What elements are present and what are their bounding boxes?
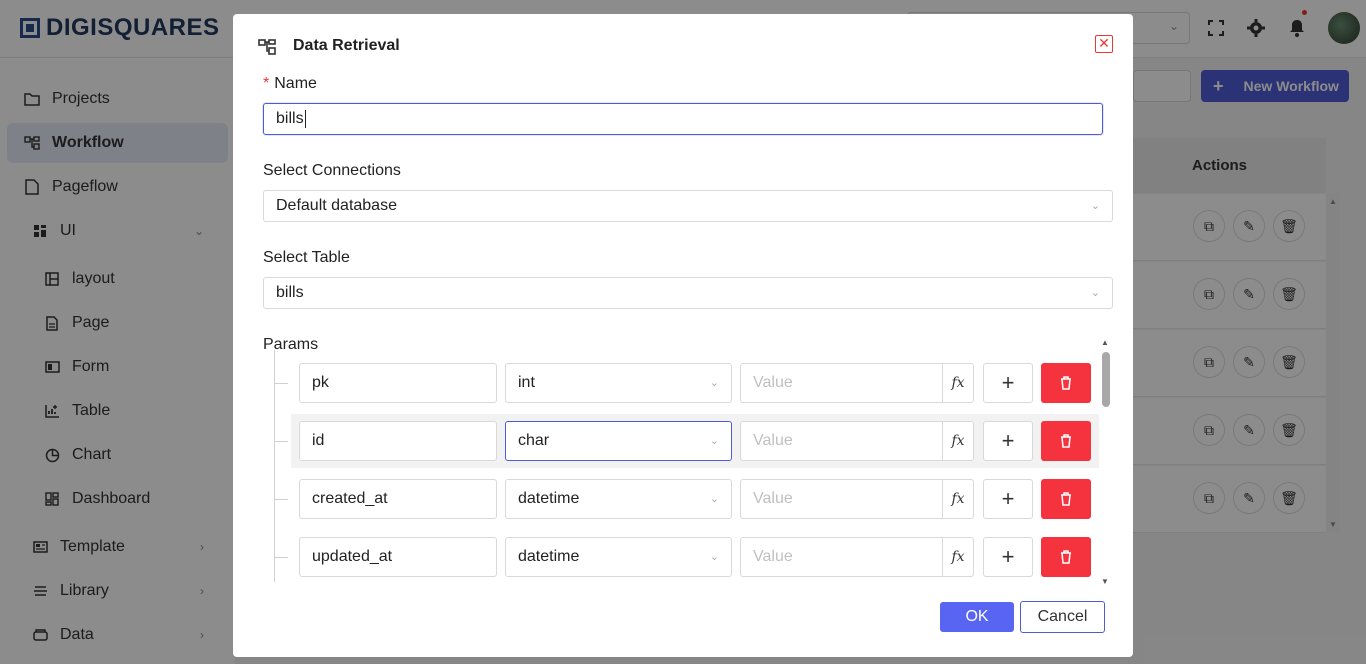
param-value-input[interactable]: Value [740, 363, 943, 403]
param-value-input[interactable]: Value [740, 421, 943, 461]
tree-branch [274, 383, 288, 384]
param-value-input[interactable]: Value [740, 479, 943, 519]
chevron-down-icon: ⌄ [709, 377, 719, 389]
scroll-up-icon[interactable]: ▲ [1101, 338, 1109, 347]
chevron-down-icon: ⌄ [709, 493, 719, 505]
tree-branch [274, 441, 288, 442]
params-scrollbar[interactable]: ▲ ▼ [1101, 338, 1111, 586]
chevron-down-icon: ⌄ [709, 551, 719, 563]
trash-icon [1061, 550, 1071, 564]
add-param-button[interactable]: + [983, 537, 1033, 577]
fx-function-button[interactable]: fx [942, 421, 974, 461]
trash-icon [1061, 492, 1071, 506]
tree-branch [274, 499, 288, 500]
ok-button[interactable]: OK [940, 602, 1014, 632]
param-name-input[interactable]: created_at [299, 479, 497, 519]
fx-function-button[interactable]: fx [942, 537, 974, 577]
chevron-down-icon: ⌄ [1090, 200, 1100, 212]
param-type-select[interactable]: int ⌄ [505, 363, 732, 403]
param-row: updated_at datetime ⌄ Value fx + [274, 530, 1099, 582]
add-param-button[interactable]: + [983, 421, 1033, 461]
scroll-down-icon[interactable]: ▼ [1101, 577, 1109, 586]
fx-function-button[interactable]: fx [942, 479, 974, 519]
delete-param-button[interactable] [1041, 363, 1091, 403]
param-row: id char ⌄ Value fx + [274, 414, 1099, 468]
dialog-title: Data Retrieval [293, 37, 400, 54]
delete-param-button[interactable] [1041, 421, 1091, 461]
name-input[interactable]: bills [263, 103, 1103, 135]
add-param-button[interactable]: + [983, 363, 1033, 403]
plus-icon: + [1001, 370, 1015, 395]
param-type-select[interactable]: datetime ⌄ [505, 537, 732, 577]
table-select[interactable]: bills ⌄ [263, 277, 1113, 309]
add-param-button[interactable]: + [983, 479, 1033, 519]
param-name-input[interactable]: id [299, 421, 497, 461]
delete-param-button[interactable] [1041, 479, 1091, 519]
table-select-value: bills [276, 284, 304, 301]
param-row: created_at datetime ⌄ Value fx + [274, 472, 1099, 526]
chevron-down-icon: ⌄ [1090, 287, 1100, 299]
close-icon[interactable]: ✕ [1095, 35, 1113, 53]
plus-icon: + [1001, 544, 1015, 569]
trash-icon [1061, 376, 1071, 390]
tree-line [274, 350, 275, 582]
param-value-input[interactable]: Value [740, 537, 943, 577]
param-type-select[interactable]: datetime ⌄ [505, 479, 732, 519]
text-cursor [304, 110, 306, 128]
connections-label: Select Connections [263, 162, 401, 179]
plus-icon: + [1001, 486, 1015, 511]
required-asterisk: * [263, 75, 270, 92]
table-label: Select Table [263, 249, 350, 266]
chevron-down-icon: ⌄ [709, 435, 719, 447]
trash-icon [1061, 434, 1071, 448]
delete-param-button[interactable] [1041, 537, 1091, 577]
connections-select[interactable]: Default database ⌄ [263, 190, 1113, 222]
param-type-select[interactable]: char ⌄ [505, 421, 732, 461]
param-row: pk int ⌄ Value fx + [274, 356, 1099, 410]
param-name-input[interactable]: pk [299, 363, 497, 403]
tree-branch [274, 557, 288, 558]
name-label: * Name [263, 75, 317, 92]
scrollbar-thumb[interactable] [1102, 352, 1110, 407]
params-list: pk int ⌄ Value fx + id char ⌄ Value fx + c… [263, 344, 1113, 582]
workflow-icon [258, 39, 276, 55]
connections-select-value: Default database [276, 197, 397, 214]
param-name-input[interactable]: updated_at [299, 537, 497, 577]
data-retrieval-dialog: Data Retrieval ✕ * Name bills Select Conn… [233, 14, 1133, 657]
cancel-button[interactable]: Cancel [1020, 601, 1105, 633]
plus-icon: + [1001, 428, 1015, 453]
name-input-value: bills [276, 110, 304, 127]
fx-function-button[interactable]: fx [942, 363, 974, 403]
